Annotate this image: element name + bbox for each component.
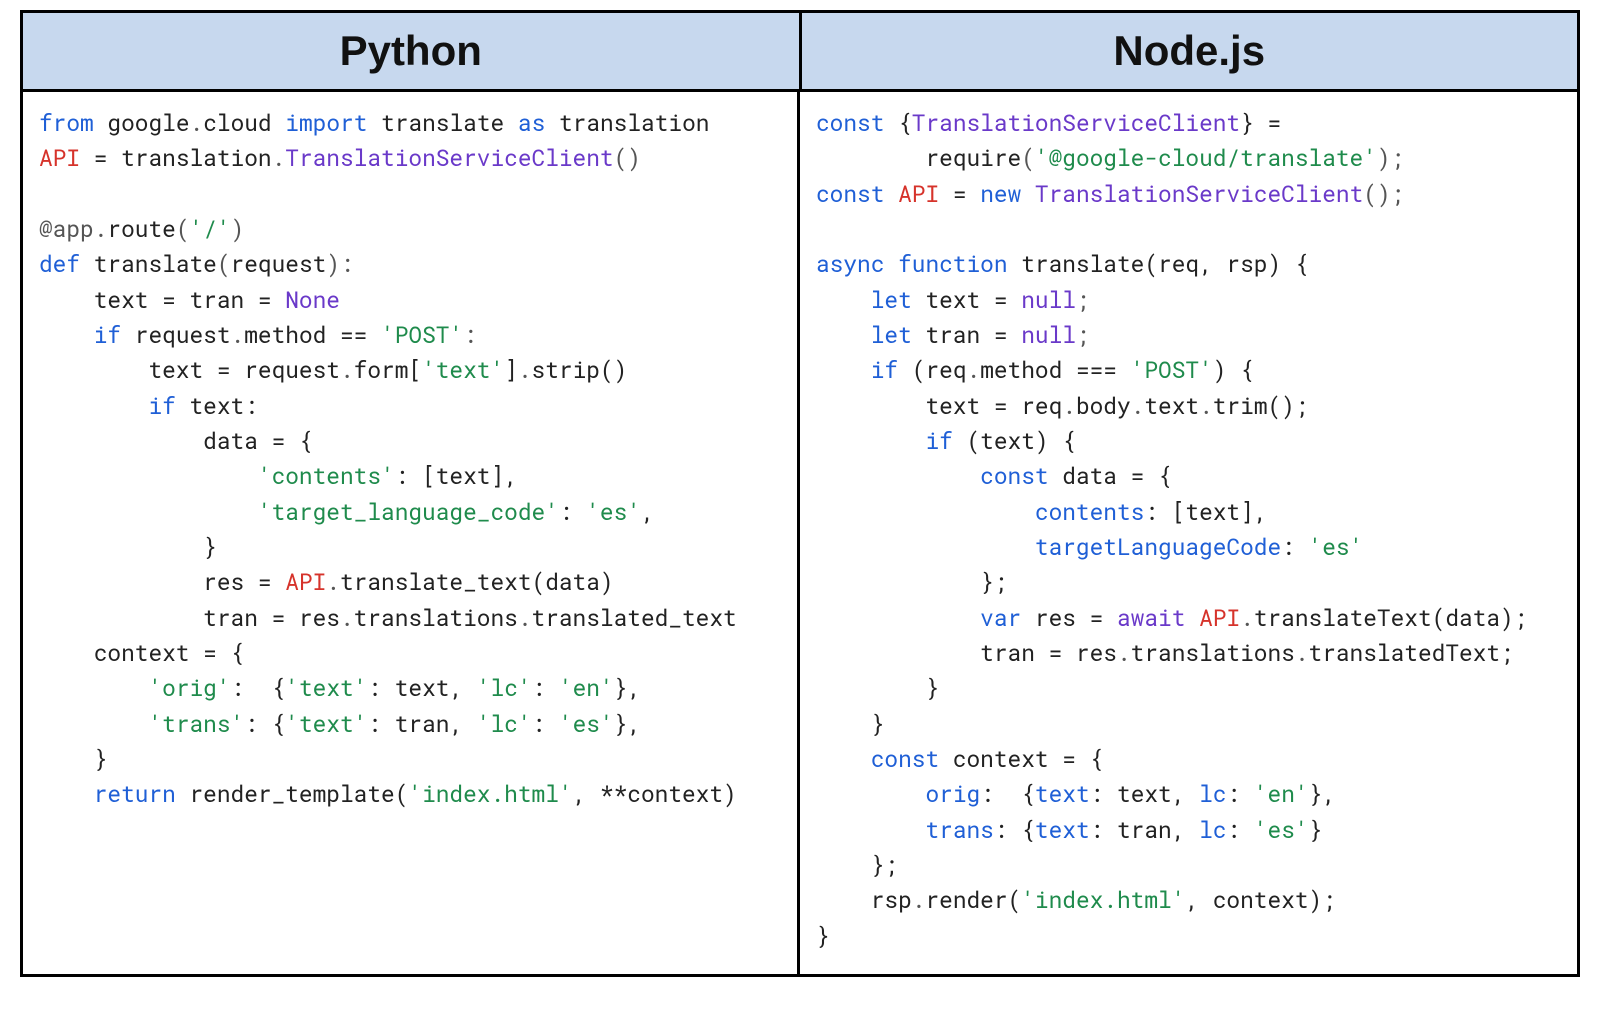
- code-comparison-table: Python Node.js from google.cloud import …: [20, 10, 1580, 977]
- api-var: API: [898, 179, 939, 209]
- kw-none: None: [285, 285, 340, 315]
- kw-new: new: [980, 179, 1021, 209]
- nodejs-code: const {TranslationServiceClient} = requi…: [816, 106, 1561, 954]
- mod-google: google: [107, 108, 189, 138]
- api-var: API: [39, 143, 80, 173]
- kw-as: as: [518, 108, 545, 138]
- kw-async: async: [816, 249, 884, 279]
- header-nodejs: Node.js: [802, 13, 1578, 89]
- kw-if: if: [816, 355, 898, 385]
- kw-var: var: [816, 603, 1021, 633]
- class-tsc: TranslationServiceClient: [912, 108, 1240, 138]
- header-python: Python: [23, 13, 802, 89]
- kw-null: null: [1021, 285, 1076, 315]
- kw-if: if: [39, 320, 121, 350]
- kw-await: await: [1117, 603, 1185, 633]
- header-row: Python Node.js: [23, 13, 1577, 92]
- kw-const: const: [816, 108, 884, 138]
- mod-cloud: cloud: [203, 108, 271, 138]
- kw-return: return: [39, 779, 176, 809]
- kw-def: def: [39, 249, 80, 279]
- class-tsc: TranslationServiceClient: [285, 143, 613, 173]
- kw-import: import: [285, 108, 367, 138]
- nodejs-cell: const {TranslationServiceClient} = requi…: [800, 92, 1577, 974]
- python-cell: from google.cloud import translate as tr…: [23, 92, 800, 974]
- kw-from: from: [39, 108, 94, 138]
- kw-let: let: [816, 285, 912, 315]
- kw-function: function: [884, 249, 1007, 279]
- body-row: from google.cloud import translate as tr…: [23, 92, 1577, 974]
- python-code: from google.cloud import translate as tr…: [39, 106, 781, 813]
- decorator-app: @app: [39, 214, 94, 244]
